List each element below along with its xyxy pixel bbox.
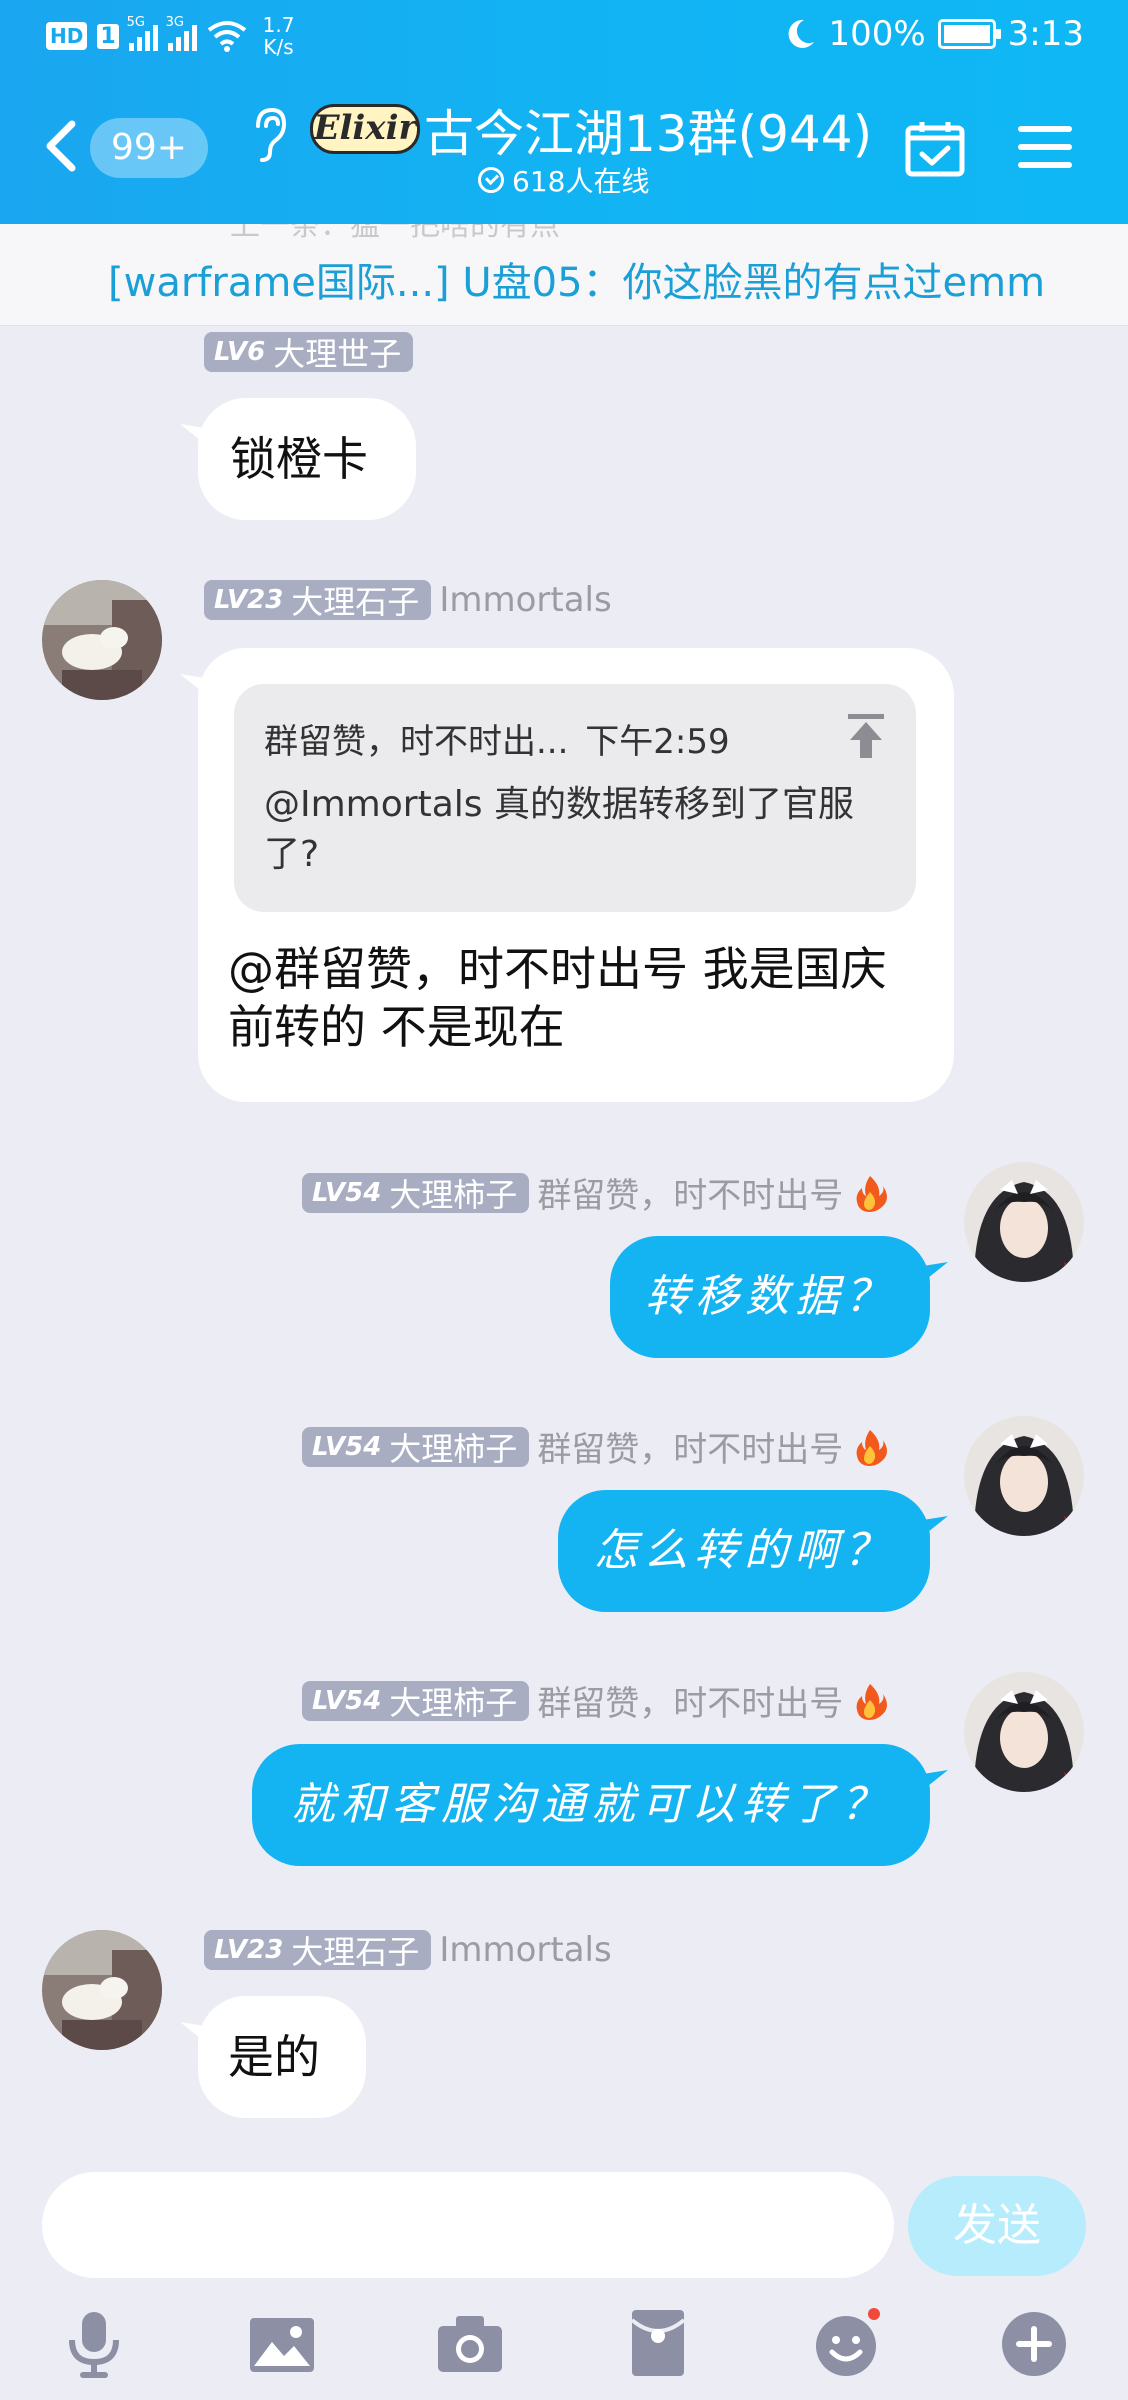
member-nickname[interactable]: 群留赞，时不时出号 bbox=[537, 1676, 843, 1725]
menu-icon[interactable] bbox=[1018, 124, 1072, 170]
notice-text[interactable]: [warframe国际...] U盘05：你这脸黑的有点过emm bbox=[108, 250, 1045, 308]
net-speed-value: 1.7 bbox=[262, 13, 295, 37]
member-nickname[interactable]: 群留赞，时不时出号 bbox=[537, 1168, 843, 1217]
chat-header: HD 1 5G 3G 1.7 K/s 100% 3:13 99+ Elixir … bbox=[0, 0, 1128, 224]
fire-icon bbox=[856, 1429, 888, 1466]
avatar[interactable] bbox=[42, 1930, 162, 2050]
level-badge: LV54 bbox=[312, 1177, 382, 1208]
unread-badge[interactable]: 99+ bbox=[90, 118, 208, 178]
quote-time: 下午2:59 bbox=[585, 722, 730, 762]
member-title-tag: LV23 大理石子 bbox=[204, 580, 432, 621]
level-badge: LV54 bbox=[312, 1431, 382, 1462]
avatar[interactable] bbox=[964, 1672, 1084, 1792]
member-title: 大理柿子 bbox=[389, 1429, 518, 1468]
clock: 3:13 bbox=[1007, 14, 1084, 54]
message-meta: LV6 大理世子 bbox=[204, 332, 414, 373]
message-bubble[interactable]: 锁橙卡 bbox=[198, 398, 416, 520]
message-text: 就和客服沟通就可以转了？ bbox=[291, 1779, 891, 1830]
message-text: 转移数据？ bbox=[645, 1271, 895, 1322]
member-title: 大理柿子 bbox=[389, 1175, 518, 1214]
quote-text: @Immortals 真的数据转移到了官服了? bbox=[264, 784, 854, 875]
send-button[interactable]: 发送 bbox=[908, 2176, 1086, 2276]
level-badge: LV54 bbox=[312, 1685, 382, 1716]
status-bar: HD 1 5G 3G 1.7 K/s 100% 3:13 bbox=[0, 0, 1128, 72]
calendar-check-icon[interactable] bbox=[904, 120, 966, 178]
member-title: 大理世子 bbox=[273, 335, 402, 373]
online-check-icon bbox=[478, 167, 504, 193]
member-title: 大理石子 bbox=[291, 583, 420, 621]
member-title-tag: LV6 大理世子 bbox=[204, 332, 414, 373]
message-bubble[interactable]: 怎么转的啊？ bbox=[558, 1490, 930, 1612]
net1-label: 5G bbox=[126, 15, 146, 30]
message-text: @群留赞，时不时出号 我是国庆前转的 不是现在 bbox=[228, 942, 887, 1054]
member-nickname[interactable]: Immortals bbox=[439, 580, 611, 620]
online-count: 618人在线 bbox=[478, 160, 649, 200]
net2-label: 3G bbox=[165, 15, 185, 30]
input-toolbar bbox=[0, 2290, 1128, 2400]
member-title: 大理石子 bbox=[291, 1933, 420, 1971]
back-icon[interactable] bbox=[40, 110, 80, 182]
level-badge: LV23 bbox=[214, 1935, 284, 1965]
net-speed: 1.7 K/s bbox=[263, 14, 295, 58]
group-notice-bar[interactable]: 上一条：猛一把啥的有点 [warframe国际...] U盘05：你这脸黑的有点… bbox=[0, 224, 1128, 326]
message-meta: LV23 大理石子 Immortals bbox=[204, 1930, 612, 1971]
message-input[interactable] bbox=[42, 2172, 894, 2278]
notice-previous: 上一条：猛一把啥的有点 bbox=[230, 224, 560, 243]
level-badge: LV23 bbox=[214, 585, 284, 615]
status-left: HD 1 5G 3G 1.7 K/s bbox=[46, 14, 294, 58]
plus-icon[interactable] bbox=[998, 2308, 1070, 2380]
quote-author: 群留赞，时不时出... bbox=[264, 722, 569, 762]
battery-percent: 100% bbox=[828, 14, 926, 54]
message-bubble[interactable]: 转移数据？ bbox=[610, 1236, 930, 1358]
status-right: 100% 3:13 bbox=[786, 14, 1084, 54]
message-bubble[interactable]: 是的 bbox=[198, 1996, 366, 2118]
member-title-tag: LV54 大理柿子 bbox=[302, 1172, 530, 1214]
message-meta: LV23 大理石子 Immortals bbox=[204, 580, 612, 621]
wifi-icon bbox=[207, 21, 246, 52]
quoted-message[interactable]: 群留赞，时不时出... 下午2:59 @Immortals 真的数据转移到了官服… bbox=[234, 684, 916, 912]
member-title-tag: LV23 大理石子 bbox=[204, 1930, 432, 1971]
signal-5g-icon: 5G bbox=[127, 15, 158, 51]
avatar[interactable] bbox=[964, 1162, 1084, 1282]
message-meta: LV54 大理柿子 群留赞，时不时出号 bbox=[302, 1168, 888, 1217]
avatar[interactable] bbox=[42, 580, 162, 700]
jump-to-top-icon[interactable] bbox=[846, 712, 886, 760]
member-nickname[interactable]: 群留赞，时不时出号 bbox=[537, 1422, 843, 1471]
fire-icon bbox=[856, 1683, 888, 1720]
red-packet-icon[interactable] bbox=[622, 2308, 694, 2380]
emoji-icon[interactable] bbox=[810, 2308, 882, 2380]
sim-indicator: 1 bbox=[97, 23, 119, 49]
member-nickname[interactable]: Immortals bbox=[439, 1930, 611, 1970]
message-meta: LV54 大理柿子 群留赞，时不时出号 bbox=[302, 1422, 888, 1471]
message-text: 锁橙卡 bbox=[230, 432, 368, 486]
camera-icon[interactable] bbox=[434, 2308, 506, 2380]
net-speed-unit: K/s bbox=[263, 35, 294, 59]
fire-icon bbox=[856, 1175, 888, 1212]
message-text: 怎么转的啊？ bbox=[594, 1525, 894, 1576]
battery-icon bbox=[937, 19, 1001, 49]
signal-3g-icon: 3G bbox=[166, 15, 197, 51]
avatar[interactable] bbox=[964, 1416, 1084, 1536]
quote-header: 群留赞，时不时出... 下午2:59 bbox=[264, 714, 730, 763]
member-title-tag: LV54 大理柿子 bbox=[302, 1426, 530, 1468]
microphone-icon[interactable] bbox=[58, 2308, 130, 2380]
image-icon[interactable] bbox=[246, 2308, 318, 2380]
message-bubble[interactable]: 就和客服沟通就可以转了？ bbox=[252, 1744, 930, 1866]
member-title-tag: LV54 大理柿子 bbox=[302, 1680, 530, 1722]
group-title[interactable]: 古今江湖13群(944) bbox=[424, 94, 872, 166]
member-title: 大理柿子 bbox=[389, 1683, 518, 1722]
hd-indicator: HD bbox=[46, 22, 88, 50]
ear-icon[interactable] bbox=[248, 104, 288, 164]
online-count-text: 618人在线 bbox=[512, 165, 650, 198]
level-badge: LV6 bbox=[214, 337, 266, 367]
message-text: 是的 bbox=[228, 2030, 320, 2084]
elixir-logo: Elixir bbox=[310, 104, 420, 154]
moon-icon bbox=[789, 19, 815, 48]
message-meta: LV54 大理柿子 群留赞，时不时出号 bbox=[302, 1676, 888, 1725]
